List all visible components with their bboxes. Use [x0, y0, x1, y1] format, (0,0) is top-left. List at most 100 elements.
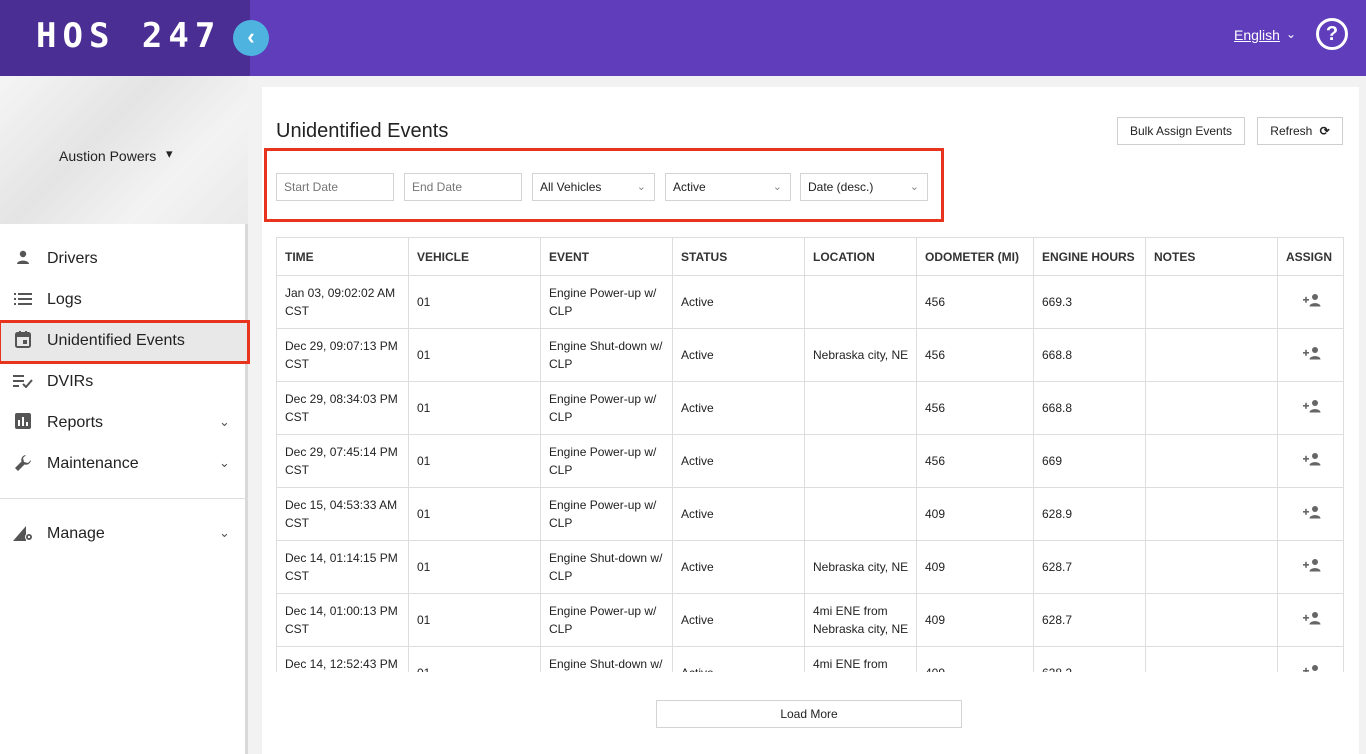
- table-cell-engine-hours: 628.9: [1033, 488, 1145, 540]
- bulk-assign-button[interactable]: Bulk Assign Events: [1117, 117, 1245, 145]
- table-cell-status: Active: [672, 541, 804, 593]
- column-header[interactable]: TIME: [276, 238, 408, 275]
- sidebar-item-logs[interactable]: Logs: [0, 281, 248, 321]
- chevron-down-icon[interactable]: ▾: [166, 146, 173, 162]
- add-person-icon[interactable]: [1286, 558, 1337, 576]
- sidebar-item-drivers[interactable]: Drivers: [0, 240, 248, 280]
- table-cell-vehicle: 01: [408, 541, 540, 593]
- wrench-icon: [12, 454, 34, 476]
- column-header[interactable]: EVENT: [540, 238, 672, 275]
- table-cell-event: Engine Power-up w/ CLP: [540, 435, 672, 487]
- add-person-icon[interactable]: [1286, 664, 1337, 672]
- column-header[interactable]: ENGINE HOURS: [1033, 238, 1145, 275]
- language-selector[interactable]: English: [1234, 27, 1280, 43]
- load-more-button[interactable]: Load More: [656, 700, 962, 728]
- add-person-icon[interactable]: [1286, 505, 1337, 523]
- column-header[interactable]: ODOMETER (MI): [916, 238, 1033, 275]
- column-header[interactable]: STATUS: [672, 238, 804, 275]
- table-cell-odometer: 456: [916, 435, 1033, 487]
- add-person-icon[interactable]: [1286, 346, 1337, 364]
- calendar-icon: [12, 331, 34, 353]
- table-row[interactable]: Jan 03, 09:02:02 AM CST 01 Engine Power-up…: [276, 276, 1344, 329]
- table-row[interactable]: Dec 29, 07:45:14 PM CST 01 Engine Power-up…: [276, 435, 1344, 488]
- chevron-down-icon[interactable]: ⌄: [1286, 27, 1296, 41]
- sidebar-item-manage[interactable]: Manage ⌄: [0, 515, 248, 555]
- table-row[interactable]: Dec 14, 01:14:15 PM CST 01 Engine Shut-dow…: [276, 541, 1344, 594]
- table-cell-notes: [1145, 329, 1277, 381]
- table-cell-time: Dec 29, 08:34:03 PM CST: [276, 382, 408, 434]
- collapse-sidebar-button[interactable]: ‹: [233, 20, 269, 56]
- column-header[interactable]: VEHICLE: [408, 238, 540, 275]
- table-cell-event: Engine Power-up w/ CLP: [540, 276, 672, 328]
- table-cell-event: Engine Power-up w/ CLP: [540, 488, 672, 540]
- column-header[interactable]: NOTES: [1145, 238, 1277, 275]
- add-person-icon[interactable]: [1286, 293, 1337, 311]
- table-cell-status: Active: [672, 276, 804, 328]
- table-cell-time: Dec 29, 09:07:13 PM CST: [276, 329, 408, 381]
- bar-chart-icon: [12, 413, 34, 435]
- table-cell-time: Dec 15, 04:53:33 AM CST: [276, 488, 408, 540]
- sidebar-item-maintenance[interactable]: Maintenance ⌄: [0, 445, 248, 485]
- table-cell-time: Dec 14, 01:00:13 PM CST: [276, 594, 408, 646]
- sidebar-item-reports[interactable]: Reports ⌄: [0, 404, 248, 444]
- add-person-icon[interactable]: [1286, 452, 1337, 470]
- chevron-left-icon: ‹: [247, 24, 255, 49]
- table-row[interactable]: Dec 29, 08:34:03 PM CST 01 Engine Power-up…: [276, 382, 1344, 435]
- table-cell-engine-hours: 628.7: [1033, 594, 1145, 646]
- sidebar: Austion Powers ▾ Drivers Logs Unidentifi…: [0, 76, 250, 754]
- table-cell-vehicle: 01: [408, 382, 540, 434]
- start-date-input[interactable]: [276, 173, 394, 201]
- help-icon[interactable]: ?: [1316, 18, 1348, 50]
- table-cell-odometer: 409: [916, 594, 1033, 646]
- sidebar-divider: [0, 498, 248, 499]
- events-table: TIME VEHICLE EVENT STATUS LOCATION ODOME…: [276, 237, 1344, 672]
- refresh-button[interactable]: Refresh ⟳: [1257, 117, 1343, 145]
- sidebar-item-unidentified-events[interactable]: Unidentified Events: [0, 320, 250, 364]
- add-person-icon[interactable]: [1286, 611, 1337, 629]
- table-cell-notes: [1145, 276, 1277, 328]
- table-row[interactable]: Dec 14, 01:00:13 PM CST 01 Engine Power-up…: [276, 594, 1344, 647]
- sidebar-item-label: DVIRs: [47, 373, 94, 390]
- table-row[interactable]: Dec 14, 12:52:43 PM CST01Engine Shut-dow…: [276, 647, 1344, 672]
- table-cell-odometer: 409: [916, 541, 1033, 593]
- table-cell-engine-hours: 628.2: [1033, 647, 1145, 672]
- column-header[interactable]: ASSIGN: [1277, 238, 1344, 275]
- table-cell-status: Active: [672, 594, 804, 646]
- table-cell-event: Engine Shut-down w/ CLP: [540, 541, 672, 593]
- assign-cell: [1277, 541, 1344, 593]
- add-person-icon[interactable]: [1286, 399, 1337, 417]
- table-cell-engine-hours: 669: [1033, 435, 1145, 487]
- sort-select[interactable]: Date (desc.) ⌄: [800, 173, 928, 201]
- table-cell-vehicle: 01: [408, 488, 540, 540]
- table-cell-time: Jan 03, 09:02:02 AM CST: [276, 276, 408, 328]
- table-cell-notes: [1145, 382, 1277, 434]
- profile-name[interactable]: Austion Powers: [59, 148, 156, 164]
- table-cell-engine-hours: 628.7: [1033, 541, 1145, 593]
- table-cell-vehicle: 01: [408, 329, 540, 381]
- table-cell-status: Active: [672, 488, 804, 540]
- status-select[interactable]: Active ⌄: [665, 173, 791, 201]
- table-cell-status: Active: [672, 435, 804, 487]
- vehicle-select-value: All Vehicles: [540, 180, 602, 194]
- checklist-icon: [12, 372, 34, 394]
- end-date-input[interactable]: [404, 173, 522, 201]
- refresh-icon: ⟳: [1319, 124, 1330, 138]
- table-cell-location: [804, 488, 916, 540]
- table-cell-time: Dec 14, 12:52:43 PM CST: [276, 647, 408, 672]
- profile-area: Austion Powers ▾: [0, 76, 248, 224]
- sidebar-item-label: Drivers: [47, 250, 98, 267]
- table-cell-odometer: 409: [916, 488, 1033, 540]
- app-logo[interactable]: HOS 247: [36, 16, 221, 56]
- sidebar-item-dvirs[interactable]: DVIRs: [0, 363, 248, 403]
- table-cell-status: Active: [672, 329, 804, 381]
- assign-cell: [1277, 488, 1344, 540]
- sidebar-item-label: Unidentified Events: [47, 332, 185, 349]
- column-header[interactable]: LOCATION: [804, 238, 916, 275]
- table-cell-location: [804, 382, 916, 434]
- table-row[interactable]: Dec 29, 09:07:13 PM CST 01 Engine Shut-dow…: [276, 329, 1344, 382]
- vehicle-select[interactable]: All Vehicles ⌄: [532, 173, 655, 201]
- table-cell-vehicle: 01: [408, 276, 540, 328]
- table-cell-status: Active: [672, 647, 804, 672]
- table-row[interactable]: Dec 15, 04:53:33 AM CST 01 Engine Power-up…: [276, 488, 1344, 541]
- table-cell-location: 4mi ENE from Nebraska city, NE: [804, 647, 916, 672]
